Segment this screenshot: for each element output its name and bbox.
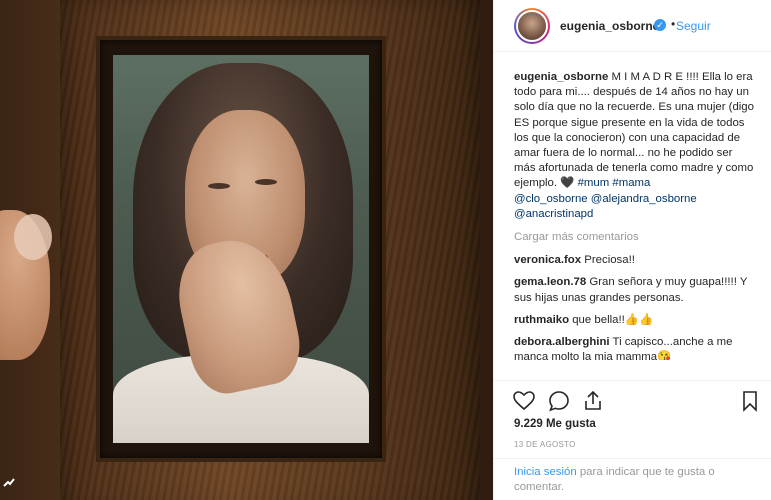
load-more-comments-button[interactable]: Cargar más comentarios [514, 230, 754, 245]
header-username[interactable]: eugenia_osborne [560, 19, 659, 33]
bookmark-icon[interactable] [738, 389, 762, 413]
follow-button[interactable]: Seguir [676, 19, 711, 33]
comment-text: que bella!!👍👍 [569, 313, 654, 326]
comment-username[interactable]: veronica.fox [514, 254, 581, 266]
caption-hashtags[interactable]: #mum #mama [578, 177, 651, 189]
comment-item: ruthmaiko que bella!!👍👍 [514, 313, 754, 328]
caption-username[interactable]: eugenia_osborne [514, 71, 608, 83]
caption-text: M I M A D R E !!!! Ella lo era todo para… [514, 71, 754, 190]
post-header: eugenia_osborne ✓ • Seguir [494, 0, 771, 52]
likes-count[interactable]: 9.229 Me gusta [514, 418, 596, 430]
portrait-photo [113, 55, 369, 443]
dot-separator: • [671, 17, 676, 31]
post-sidebar: eugenia_osborne ✓ • Seguir eugenia_osbor… [493, 0, 771, 500]
comment-item: gema.leon.78 Gran señora y muy guapa!!!!… [514, 275, 754, 305]
comment-username[interactable]: ruthmaiko [514, 314, 569, 326]
avatar[interactable] [514, 8, 550, 44]
comments-list: eugenia_osborne M I M A D R E !!!! Ella … [514, 70, 754, 360]
heart-icon[interactable] [512, 389, 536, 413]
action-bar [494, 380, 771, 420]
login-prompt: Inicia sesión para indicar que te gusta … [494, 458, 771, 500]
comment-item: debora.alberghini Ti capisco...anche a m… [514, 335, 754, 360]
portrait-eye-right [255, 179, 277, 185]
comment-username[interactable]: debora.alberghini [514, 336, 610, 348]
portrait-eye-left [208, 183, 230, 189]
post-caption: eugenia_osborne M I M A D R E !!!! Ella … [514, 70, 754, 222]
corner-tag-icon [2, 476, 16, 490]
comment-item: veronica.fox Preciosa!! [514, 253, 754, 268]
post-photo[interactable] [0, 0, 493, 500]
caption-mentions[interactable]: @clo_osborne @alejandra_osborne @anacris… [514, 192, 754, 222]
post-date: 13 DE AGOSTO [514, 440, 576, 449]
comment-text: Preciosa!! [581, 254, 635, 267]
comment-username[interactable]: gema.leon.78 [514, 276, 586, 288]
thumb-nail [14, 214, 52, 260]
share-icon[interactable] [581, 389, 605, 413]
comment-bubble-icon[interactable] [547, 389, 571, 413]
verified-badge-icon: ✓ [654, 19, 666, 31]
login-link[interactable]: Inicia sesión [514, 466, 577, 478]
